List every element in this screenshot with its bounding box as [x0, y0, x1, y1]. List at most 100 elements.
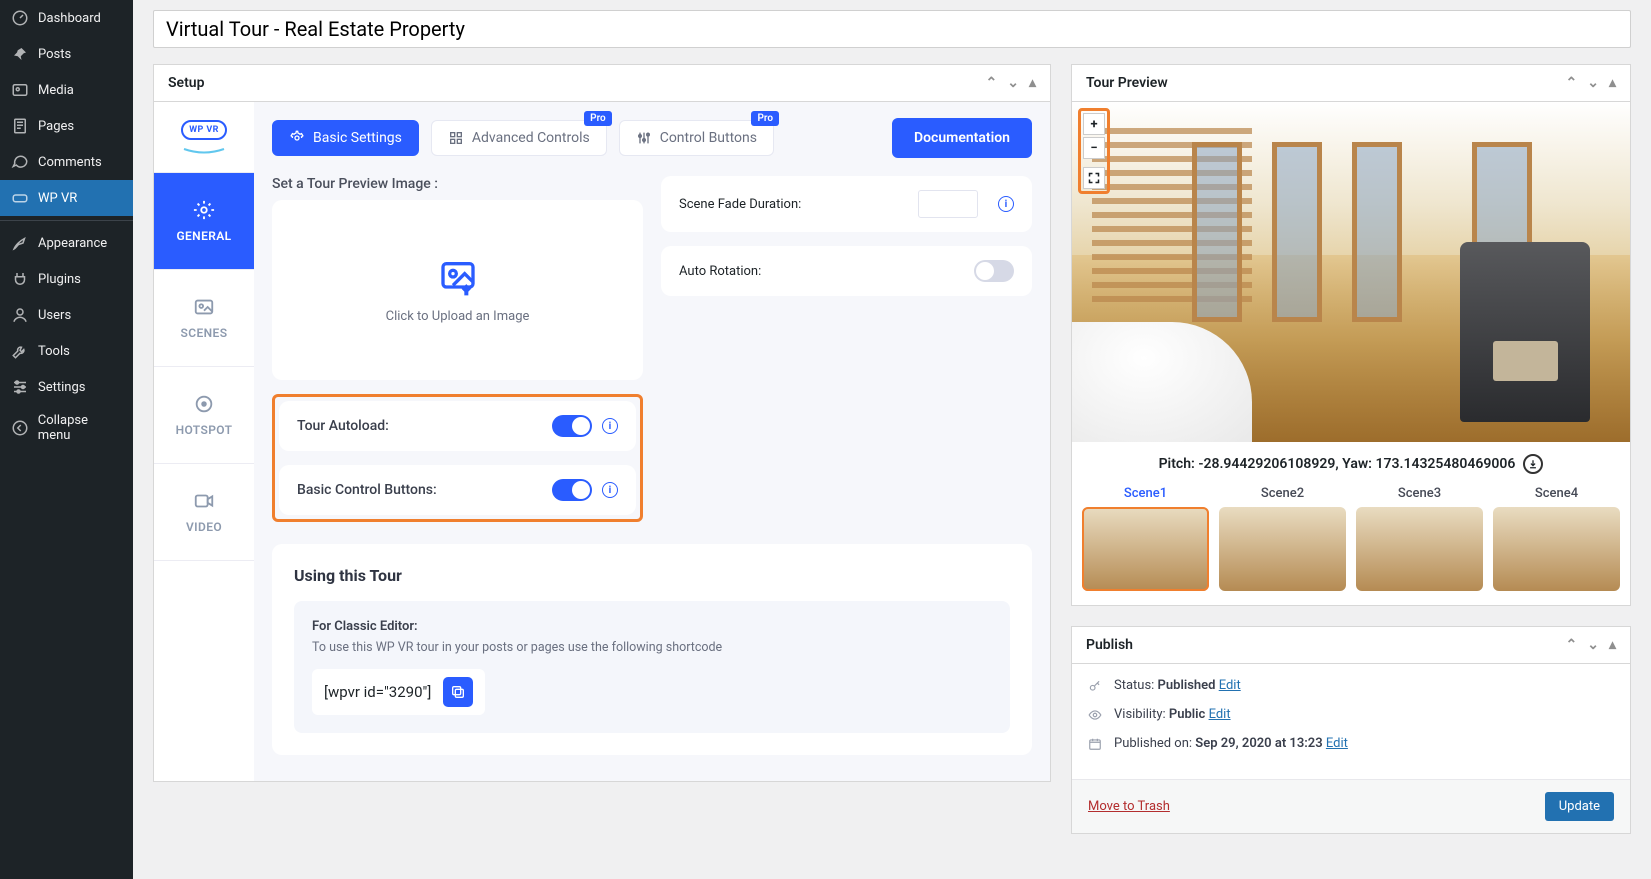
published-value: Sep 29, 2020 at 13:23: [1195, 736, 1322, 751]
chevron-up-icon[interactable]: ⌃: [986, 75, 998, 91]
chevron-down-icon[interactable]: ⌄: [1587, 637, 1599, 653]
publish-postbox: Publish ⌃ ⌄ ▴ Status: Published Edit Vis…: [1071, 626, 1631, 834]
yaw-value: 173.14325480469006: [1375, 456, 1515, 472]
sidebar-item-appearance[interactable]: Appearance: [0, 220, 133, 261]
sidebar-item-comments[interactable]: Comments: [0, 144, 133, 180]
sidebar-item-wpvr[interactable]: WP VR: [0, 180, 133, 216]
sidebar-item-label: Appearance: [38, 236, 107, 251]
fade-duration-input[interactable]: [918, 190, 978, 218]
sidebar-item-dashboard[interactable]: Dashboard: [0, 0, 133, 36]
chevron-up-icon[interactable]: ⌃: [1566, 637, 1578, 653]
info-icon[interactable]: i: [998, 196, 1014, 212]
sidebar-item-pages[interactable]: Pages: [0, 108, 133, 144]
status-label: Status:: [1114, 678, 1158, 693]
visibility-row: Visibility: Public Edit: [1088, 707, 1614, 722]
vert-tab-hotspot[interactable]: HOTSPOT: [154, 367, 254, 464]
chevron-down-icon[interactable]: ⌄: [1587, 75, 1599, 91]
chevron-up-icon[interactable]: ⌃: [1566, 75, 1578, 91]
eye-icon: [1088, 708, 1104, 722]
pitch-yaw-readout: Pitch: -28.94429206108929, Yaw: 173.1432…: [1072, 442, 1630, 486]
info-icon[interactable]: i: [602, 418, 618, 434]
yaw-label: , Yaw:: [1335, 456, 1375, 472]
documentation-button[interactable]: Documentation: [892, 118, 1032, 158]
pitch-value: -28.94429206108929: [1198, 456, 1335, 472]
sidebar-item-users[interactable]: Users: [0, 297, 133, 333]
upload-preview-image[interactable]: Click to Upload an Image: [272, 200, 643, 380]
pro-badge: Pro: [584, 111, 612, 126]
sidebar-item-collapse[interactable]: Collapse menu: [0, 405, 133, 451]
zoom-out-button[interactable]: −: [1083, 137, 1105, 159]
caret-up-icon[interactable]: ▴: [1609, 637, 1616, 653]
tab-label: Advanced Controls: [472, 130, 590, 146]
edit-visibility-link[interactable]: Edit: [1209, 707, 1231, 722]
copy-button[interactable]: [443, 677, 473, 707]
tour-preview-heading: Tour Preview: [1086, 75, 1168, 91]
autoload-toggle[interactable]: [552, 415, 592, 437]
post-title-input[interactable]: [153, 10, 1631, 48]
settings-icon: [289, 130, 305, 146]
zoom-in-button[interactable]: +: [1083, 113, 1105, 135]
fade-duration-row: Scene Fade Duration: i: [661, 176, 1032, 232]
vert-tab-video[interactable]: VIDEO: [154, 464, 254, 561]
sidebar-item-label: Settings: [38, 380, 85, 395]
sidebar-item-label: Comments: [38, 155, 102, 170]
classic-editor-sub: To use this WP VR tour in your posts or …: [312, 640, 992, 655]
sidebar-item-plugins[interactable]: Plugins: [0, 261, 133, 297]
tab-advanced-controls[interactable]: Advanced Controls Pro: [431, 120, 607, 156]
visibility-value: Public: [1169, 707, 1205, 722]
general-panel: Basic Settings Advanced Controls Pro Con…: [254, 102, 1050, 781]
update-button[interactable]: Update: [1545, 792, 1614, 821]
published-row: Published on: Sep 29, 2020 at 13:23 Edit: [1088, 736, 1614, 751]
fullscreen-button[interactable]: [1083, 167, 1105, 189]
scene-thumb-3[interactable]: Scene3: [1356, 486, 1483, 591]
sliders-icon: [636, 130, 652, 146]
setup-header: Setup ⌃ ⌄ ▴: [154, 65, 1050, 102]
caret-up-icon[interactable]: ▴: [1609, 75, 1616, 91]
scene-thumb-1[interactable]: Scene1: [1082, 486, 1209, 591]
sidebar-item-label: WP VR: [38, 191, 77, 206]
auto-rotation-row: Auto Rotation:: [661, 246, 1032, 296]
plug-icon: [10, 269, 30, 289]
status-value: Published: [1158, 678, 1216, 693]
edit-status-link[interactable]: Edit: [1219, 678, 1241, 693]
using-heading: Using this Tour: [294, 566, 1010, 585]
highlighted-controls: Tour Autoload: i Basic Control Buttons:: [272, 394, 643, 522]
sidebar-item-tools[interactable]: Tools: [0, 333, 133, 369]
panorama-preview[interactable]: + −: [1072, 102, 1630, 442]
sidebar-item-posts[interactable]: Posts: [0, 36, 133, 72]
caret-up-icon[interactable]: ▴: [1029, 75, 1036, 91]
collapse-icon: [10, 418, 30, 438]
download-icon[interactable]: [1523, 454, 1543, 474]
fade-label: Scene Fade Duration:: [679, 197, 801, 212]
scene-label: Scene1: [1082, 486, 1209, 501]
vert-tab-label: VIDEO: [186, 520, 222, 534]
status-row: Status: Published Edit: [1088, 678, 1614, 693]
scene-thumb-2[interactable]: Scene2: [1219, 486, 1346, 591]
sliders-icon: [10, 377, 30, 397]
tab-basic-settings[interactable]: Basic Settings: [272, 120, 419, 156]
user-icon: [10, 305, 30, 325]
vert-tab-scenes[interactable]: SCENES: [154, 270, 254, 367]
scene-thumb-4[interactable]: Scene4: [1493, 486, 1620, 591]
pitch-label: Pitch:: [1159, 456, 1199, 472]
basic-control-toggle[interactable]: [552, 479, 592, 501]
shortcode-box: [wpvr id="3290"]: [312, 669, 485, 715]
page-icon: [10, 116, 30, 136]
info-icon[interactable]: i: [602, 482, 618, 498]
tab-control-buttons[interactable]: Control Buttons Pro: [619, 120, 774, 156]
vert-tab-general[interactable]: GENERAL: [154, 173, 254, 270]
sidebar-item-label: Posts: [38, 47, 71, 62]
preview-image-label: Set a Tour Preview Image :: [272, 176, 643, 192]
move-to-trash-link[interactable]: Move to Trash: [1088, 799, 1170, 814]
edit-published-link[interactable]: Edit: [1326, 736, 1348, 751]
auto-rotation-label: Auto Rotation:: [679, 264, 761, 279]
sidebar-item-settings[interactable]: Settings: [0, 369, 133, 405]
sidebar-item-media[interactable]: Media: [0, 72, 133, 108]
vert-tab-label: GENERAL: [176, 229, 231, 243]
scene-label: Scene3: [1356, 486, 1483, 501]
wrench-icon: [10, 341, 30, 361]
basic-control-row: Basic Control Buttons: i: [279, 465, 636, 515]
chevron-down-icon[interactable]: ⌄: [1007, 75, 1019, 91]
auto-rotation-toggle[interactable]: [974, 260, 1014, 282]
autoload-row: Tour Autoload: i: [279, 401, 636, 451]
